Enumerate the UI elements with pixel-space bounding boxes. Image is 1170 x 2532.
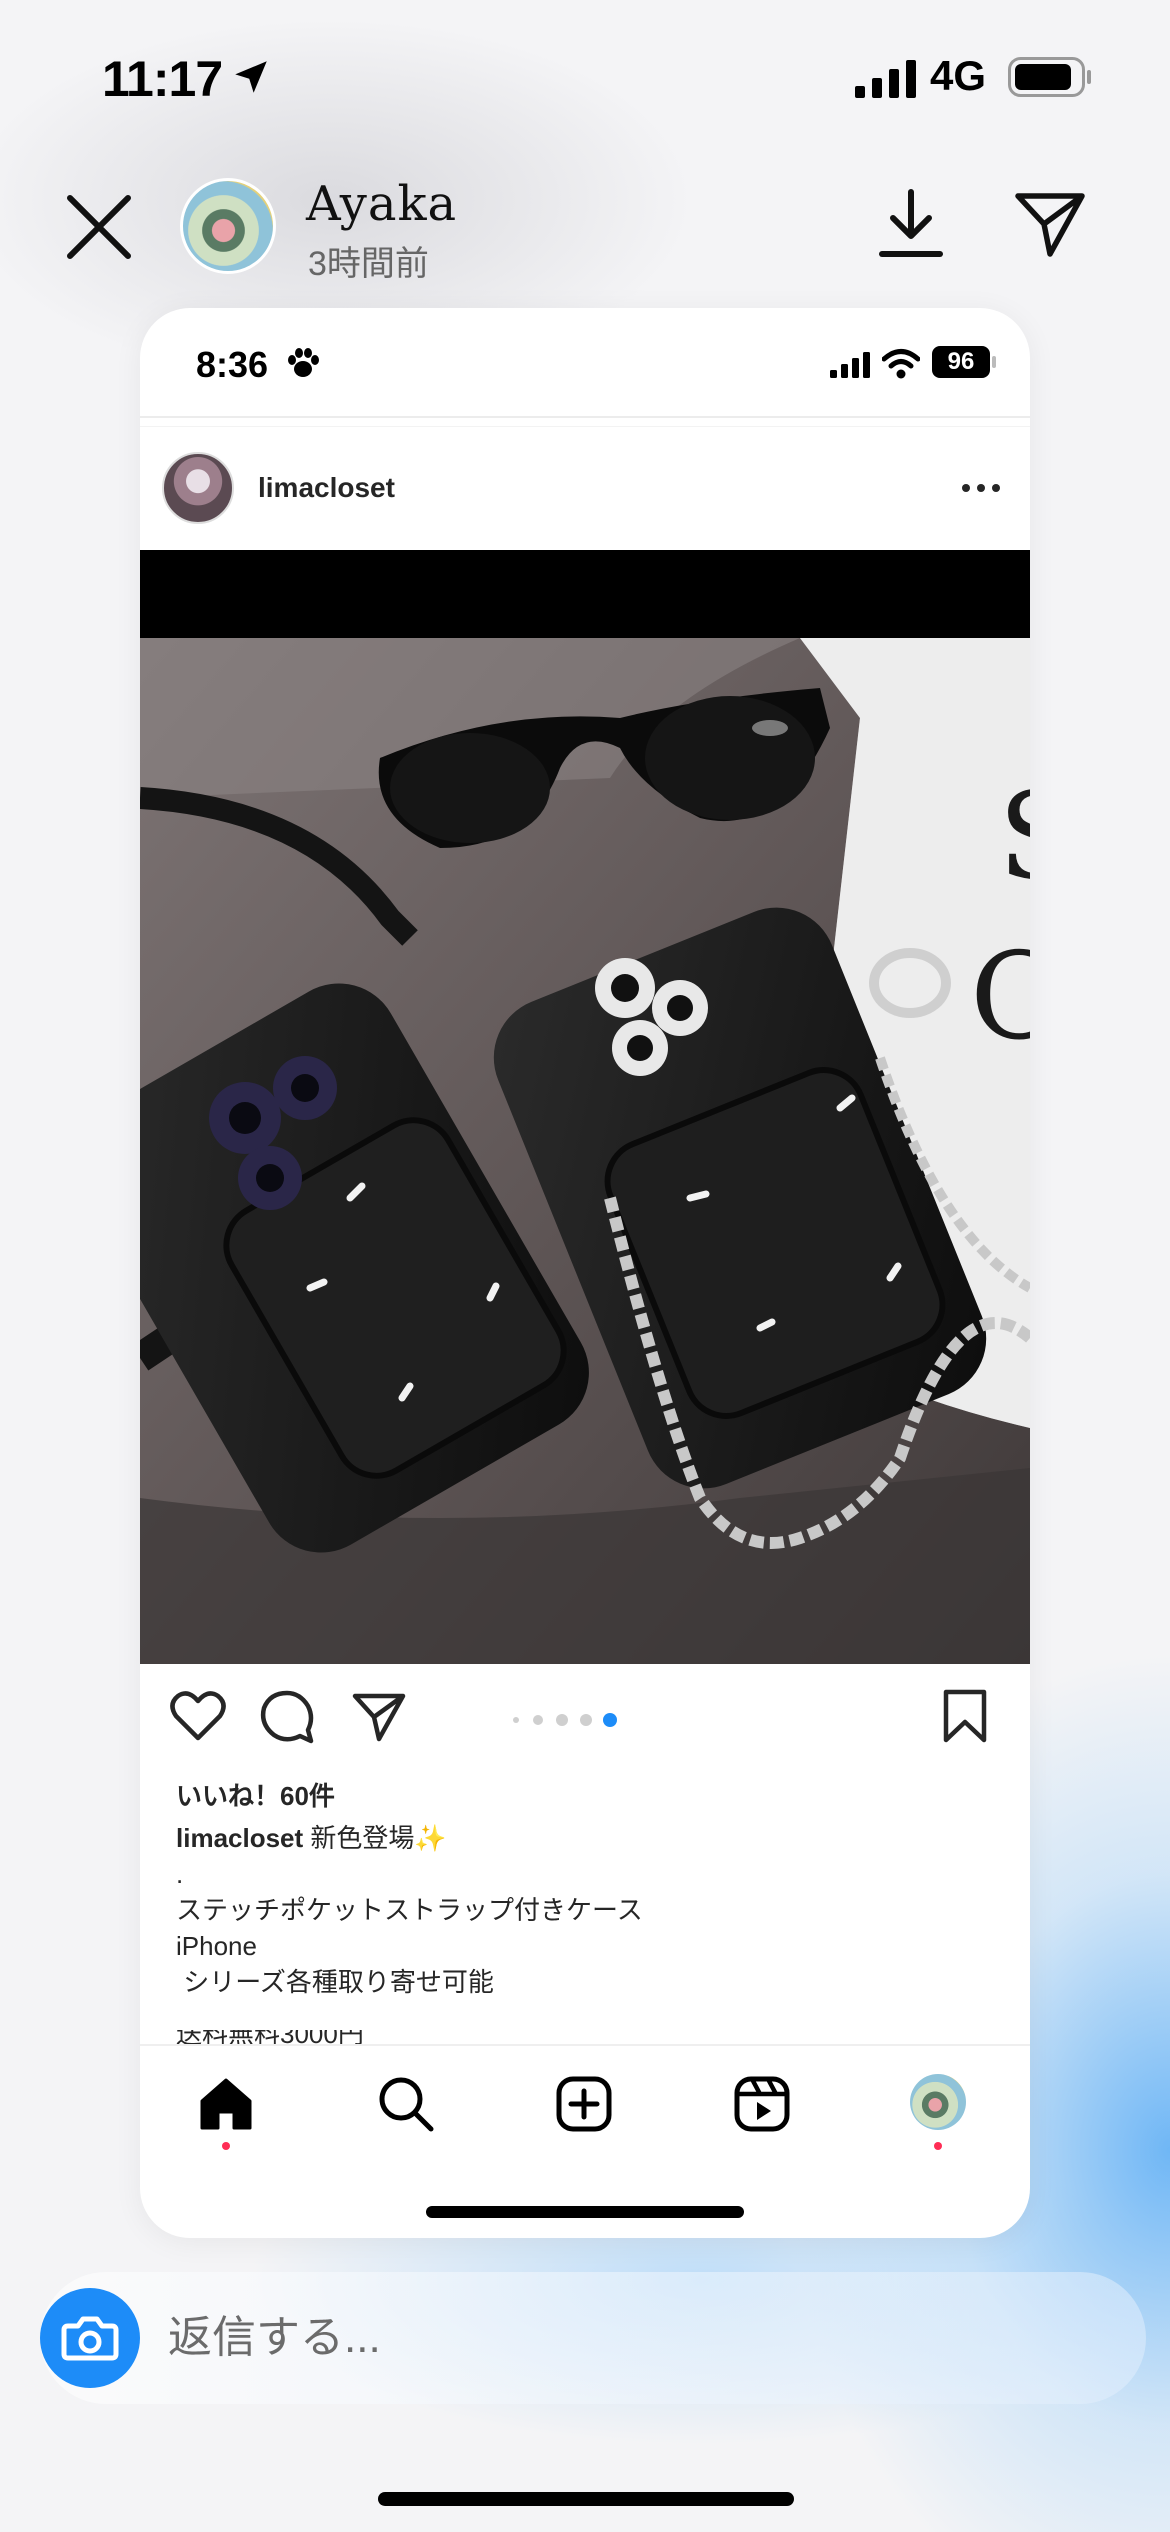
story-username[interactable]: Ayaka [306,176,457,232]
search-icon[interactable] [376,2074,436,2134]
share-icon[interactable] [352,1692,406,1742]
caption-line: . [176,1859,184,1889]
inner-status-time: 8:36 [196,344,269,385]
caption-line: シリーズ各種取り寄せ可能 [176,1967,494,1997]
more-options-icon[interactable] [960,476,1002,500]
close-icon[interactable] [62,190,136,264]
send-icon[interactable] [1014,190,1086,258]
battery-icon [1008,57,1091,97]
like-icon[interactable] [170,1690,226,1742]
svg-text:S: S [998,768,1030,907]
shared-post-card[interactable]: 8:36 96 limacloset O いいね！60件 limacloset … [140,308,1030,2238]
create-icon[interactable] [554,2074,614,2134]
inner-battery: 96 [932,346,990,378]
story-time-ago: 3時間前 [308,245,429,283]
story-avatar[interactable] [180,178,276,274]
camera-button[interactable] [40,2288,140,2388]
camera-icon [61,2316,119,2361]
home-indicator [378,2492,794,2506]
caption-line: ステッチポケットストラップ付きケース [176,1895,643,1925]
status-time: 11:17 [102,51,223,107]
signal-icon [855,60,916,98]
carousel-indicator [513,1713,617,1727]
divider [140,426,1030,427]
bookmark-icon[interactable] [942,1688,988,1744]
caption-line: iPhone [176,1931,257,1961]
like-count[interactable]: いいね！60件 [176,1776,335,1813]
post-photo[interactable]: S O [140,638,1030,1664]
paw-icon [288,348,319,377]
divider [140,416,1030,418]
caption-line: 新色登場✨ [303,1823,447,1853]
notification-dot [934,2142,942,2150]
notification-dot [222,2142,230,2150]
caption-truncated-line: 送料無料3000円 [176,2030,364,2050]
post-username[interactable]: limacloset [258,472,395,504]
inner-battery-tip [992,356,996,368]
home-icon[interactable] [196,2074,256,2134]
caption-line: 送料無料3000円 [176,2030,364,2049]
post-avatar[interactable] [162,452,234,524]
inner-home-indicator [426,2206,744,2218]
status-bar: 11:17 4G [0,0,1170,150]
caption-username[interactable]: limacloset [176,1823,303,1853]
svg-text:O: O [970,928,1030,1067]
location-arrow-icon [235,61,267,93]
post-caption: limacloset 新色登場✨ . ステッチポケットストラップ付きケース iP… [176,1820,996,2036]
reply-input[interactable] [168,2306,1068,2370]
comment-icon[interactable] [260,1690,314,1744]
wifi-icon [882,349,920,379]
network-type: 4G [930,52,987,99]
download-icon[interactable] [876,188,946,260]
reels-icon[interactable] [732,2074,792,2134]
inner-signal-icon [830,352,870,378]
photo-letterbox [140,550,1030,638]
profile-avatar[interactable] [910,2074,966,2130]
nav-divider [140,2044,1030,2046]
